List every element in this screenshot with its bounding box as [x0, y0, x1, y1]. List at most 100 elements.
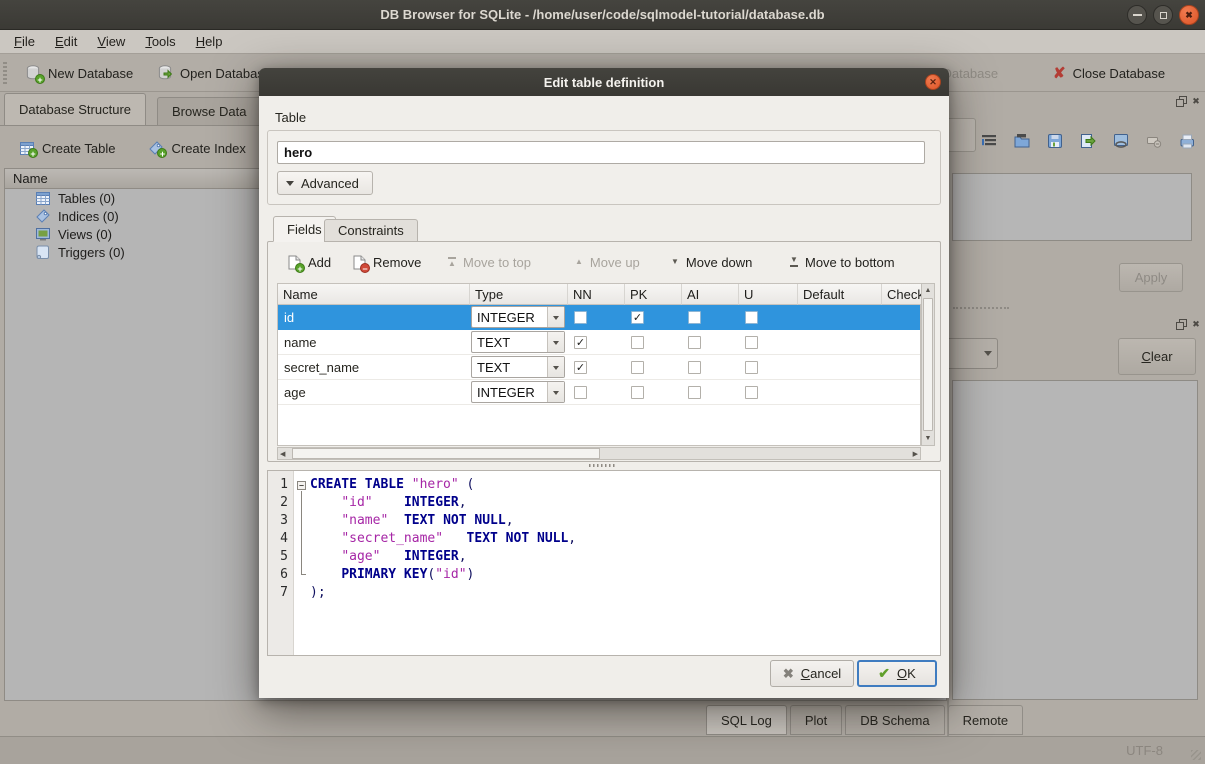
ok-button[interactable]: ✔ OK [857, 660, 937, 687]
menu-view[interactable]: View [87, 32, 135, 51]
type-combobox[interactable]: INTEGER [471, 381, 565, 403]
maximize-icon[interactable] [1153, 5, 1173, 25]
new-database-button[interactable]: + New Database [26, 58, 133, 88]
fields-panel: + Add − Remove ▲ Move to top ▲ Move up ▼ [267, 241, 941, 462]
save-file-icon[interactable] [1044, 130, 1066, 152]
splitter-handle[interactable] [589, 464, 615, 467]
field-row-age[interactable]: ageINTEGER [278, 380, 920, 405]
column-header-u[interactable]: U [739, 284, 798, 305]
add-field-button[interactable]: + Add [288, 251, 331, 273]
sql-code[interactable]: CREATE TABLE "hero" ( "id" INTEGER, "nam… [310, 471, 940, 655]
menu-tools[interactable]: Tools [135, 32, 185, 51]
advanced-toggle-button[interactable]: Advanced [277, 171, 373, 195]
chevron-down-icon [984, 351, 992, 360]
dock-close-icon[interactable]: ✖ [1190, 95, 1202, 107]
column-header-type[interactable]: Type [470, 284, 568, 305]
move-up-button[interactable]: ▲ Move up [575, 251, 640, 273]
menu-edit[interactable]: Edit [45, 32, 87, 51]
checkbox[interactable]: ✓ [574, 336, 587, 349]
move-down-button[interactable]: ▼ Move down [671, 251, 752, 273]
checkbox[interactable] [688, 386, 701, 399]
fields-horizontal-scrollbar[interactable]: ◀ ▶ [277, 447, 921, 460]
checkbox[interactable] [688, 361, 701, 374]
move-to-top-button[interactable]: ▲ Move to top [448, 251, 531, 273]
checkbox[interactable] [574, 386, 587, 399]
cell-mode-button[interactable] [946, 118, 976, 152]
bottom-tab-remote[interactable]: Remote [948, 705, 1024, 735]
remove-field-button[interactable]: − Remove [353, 251, 421, 273]
menu-file[interactable]: File [4, 32, 45, 51]
checkbox[interactable] [688, 311, 701, 324]
add-record-icon: + [288, 255, 301, 270]
column-header-check[interactable]: Check [882, 284, 922, 305]
scroll-down-icon[interactable]: ▼ [922, 432, 934, 445]
cancel-button[interactable]: ✖ Cancel [770, 660, 854, 687]
open-database-button[interactable]: Open Database [158, 58, 271, 88]
fold-collapse-icon[interactable]: − [297, 481, 306, 490]
encoding-indicator[interactable]: UTF-8 [1126, 743, 1163, 758]
checkbox[interactable] [745, 336, 758, 349]
move-to-bottom-button[interactable]: ▼ Move to bottom [790, 251, 895, 273]
cell-editor-textarea[interactable] [952, 173, 1192, 241]
resize-grip[interactable] [1191, 750, 1201, 760]
close-window-icon[interactable]: ✖ [1179, 5, 1199, 25]
create-index-button[interactable]: + Create Index [149, 141, 245, 156]
new-database-icon: + [26, 65, 41, 81]
type-combobox[interactable]: TEXT [471, 331, 565, 353]
checkbox[interactable] [631, 361, 644, 374]
field-row-secret_name[interactable]: secret_nameTEXT✓ [278, 355, 920, 380]
line-number-gutter: 1234567 [268, 471, 294, 655]
clear-log-button[interactable]: Clear [1118, 338, 1196, 375]
checkbox[interactable] [574, 311, 587, 324]
column-header-nn[interactable]: NN [568, 284, 625, 305]
dock-float-icon[interactable] [1175, 95, 1187, 107]
format-icon[interactable] [978, 130, 1000, 152]
sql-log-textarea[interactable] [952, 380, 1198, 700]
bottom-tab-plot[interactable]: Plot [790, 705, 842, 735]
toolbar-drag-handle[interactable] [3, 62, 7, 84]
index-icon [35, 209, 50, 223]
fields-grid: NameTypeNNPKAIUDefaultCheck idINTEGER✓na… [277, 283, 921, 446]
checkbox[interactable] [745, 361, 758, 374]
export-icon[interactable] [1077, 130, 1099, 152]
bottom-tab-db-schema[interactable]: DB Schema [845, 705, 944, 735]
type-combobox[interactable]: INTEGER [471, 306, 565, 328]
checkbox[interactable] [745, 311, 758, 324]
checkbox[interactable] [745, 386, 758, 399]
table-name-input[interactable]: hero [277, 141, 925, 164]
menu-help[interactable]: Help [186, 32, 233, 51]
checkbox[interactable]: ✓ [631, 311, 644, 324]
scroll-up-icon[interactable]: ▲ [922, 284, 934, 297]
tab-constraints[interactable]: Constraints [324, 219, 418, 242]
set-null-icon[interactable] [1143, 130, 1165, 152]
column-header-pk[interactable]: PK [625, 284, 682, 305]
create-table-button[interactable]: + Create Table [20, 141, 115, 156]
bottom-tab-sql-log[interactable]: SQL Log [706, 705, 787, 735]
minimize-icon[interactable] [1127, 5, 1147, 25]
log-filter-combobox[interactable] [941, 338, 998, 369]
field-row-name[interactable]: nameTEXT✓ [278, 330, 920, 355]
scroll-left-icon[interactable]: ◀ [280, 450, 285, 458]
open-file-icon[interactable] [1011, 130, 1033, 152]
tab-database-structure[interactable]: Database Structure [4, 93, 146, 125]
apply-button[interactable]: Apply [1119, 263, 1183, 292]
dock2-float-icon[interactable] [1175, 318, 1187, 330]
scroll-right-icon[interactable]: ▶ [913, 450, 918, 458]
checkbox[interactable] [631, 386, 644, 399]
column-header-default[interactable]: Default [798, 284, 882, 305]
fields-vertical-scrollbar[interactable]: ▲ ▼ [921, 283, 935, 446]
close-database-button[interactable]: ✘ Close Database [1053, 58, 1165, 88]
field-row-id[interactable]: idINTEGER✓ [278, 305, 920, 330]
link-icon[interactable] [1110, 130, 1132, 152]
type-combobox[interactable]: TEXT [471, 356, 565, 378]
column-header-name[interactable]: Name [278, 284, 470, 305]
print-icon[interactable] [1176, 130, 1198, 152]
dock2-close-icon[interactable]: ✖ [1190, 318, 1202, 330]
close-database-label: Close Database [1073, 66, 1166, 81]
checkbox[interactable]: ✓ [574, 361, 587, 374]
checkbox[interactable] [631, 336, 644, 349]
checkbox[interactable] [688, 336, 701, 349]
dialog-close-icon[interactable]: ✕ [925, 74, 941, 90]
create-index-icon: + [149, 141, 163, 155]
column-header-ai[interactable]: AI [682, 284, 739, 305]
